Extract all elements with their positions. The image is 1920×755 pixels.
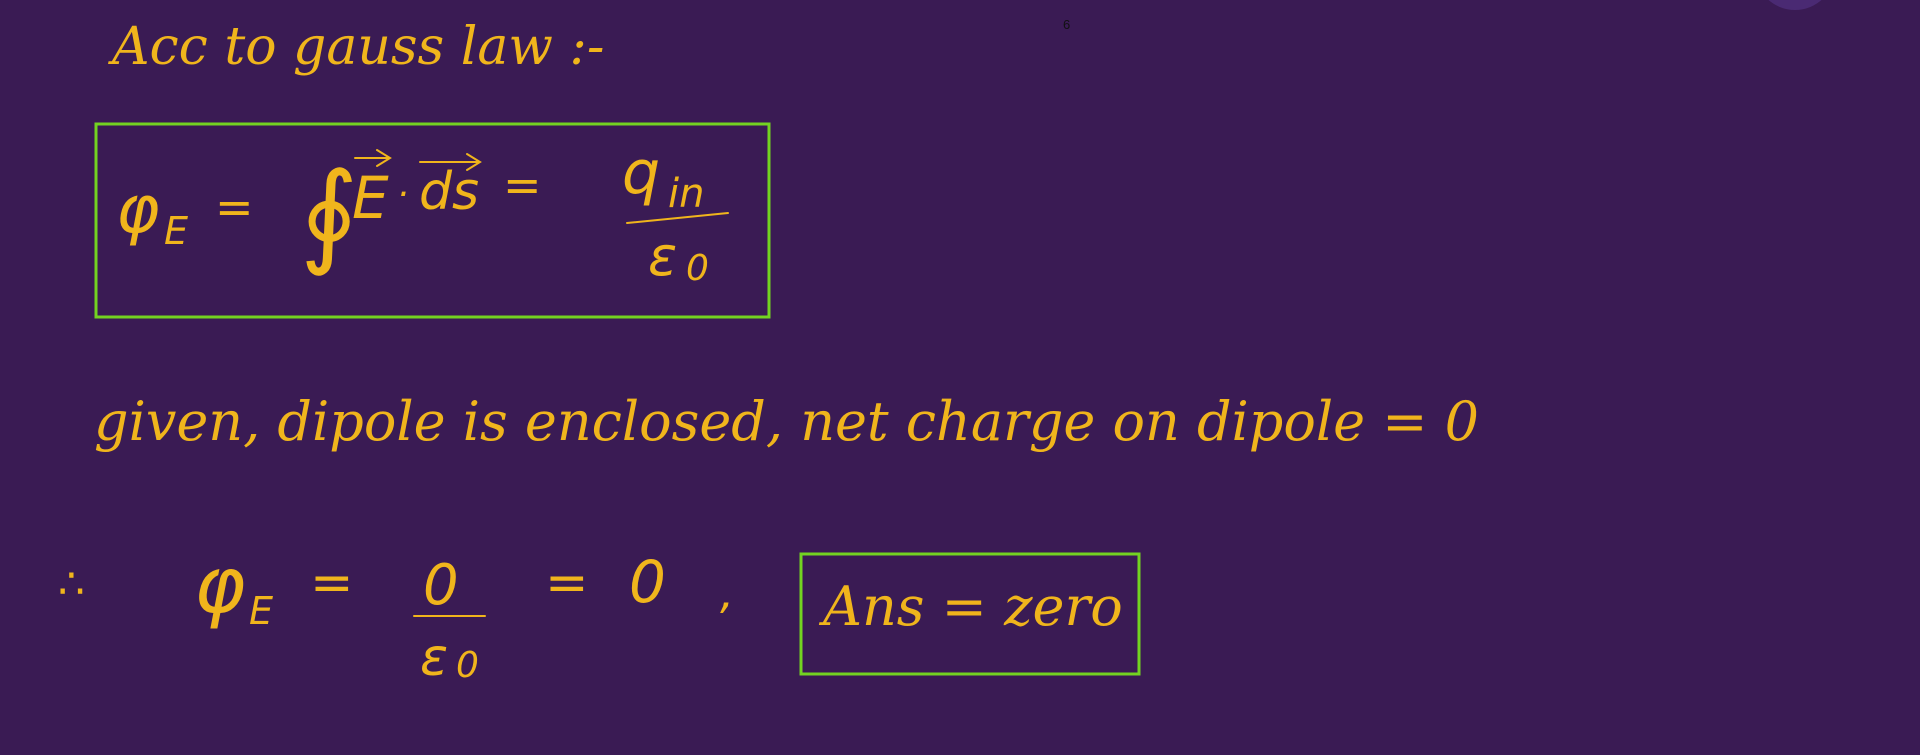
- equals-sign-2: =: [503, 158, 542, 212]
- phi-symbol-2: φ: [194, 541, 245, 631]
- closed-integral: ∮: [300, 149, 358, 279]
- equals-sign-1: =: [215, 180, 254, 234]
- epsilon-subscript-2: 0: [456, 645, 479, 686]
- epsilon-symbol-1: ε: [648, 225, 677, 288]
- equals-sign-4: =: [545, 553, 589, 613]
- whiteboard-canvas: .ink { fill: #f0b51c; font-family: "Deja…: [58, 17, 1479, 688]
- vector-ds: ds: [419, 162, 479, 222]
- zero-numerator: 0: [423, 553, 459, 618]
- answer-text: Ans = zero: [818, 575, 1123, 638]
- zero-result: 0: [629, 548, 666, 616]
- vector-e: E: [352, 164, 389, 232]
- phi-symbol: φ: [116, 171, 160, 248]
- given-line: given, dipole is enclosed, net charge on…: [94, 390, 1479, 453]
- q-subscript: in: [668, 171, 704, 217]
- comma: ,: [720, 568, 734, 619]
- dot-product: ·: [397, 174, 408, 215]
- heading: Acc to gauss law :-: [108, 17, 605, 77]
- phi-subscript: E: [164, 209, 188, 253]
- equals-sign-3: =: [310, 553, 354, 613]
- epsilon-symbol-2: ε: [420, 628, 448, 688]
- q-symbol: q: [622, 138, 660, 208]
- therefore-symbol: ∴: [58, 559, 85, 608]
- phi-subscript-2: E: [249, 589, 273, 633]
- epsilon-subscript-1: 0: [686, 248, 709, 289]
